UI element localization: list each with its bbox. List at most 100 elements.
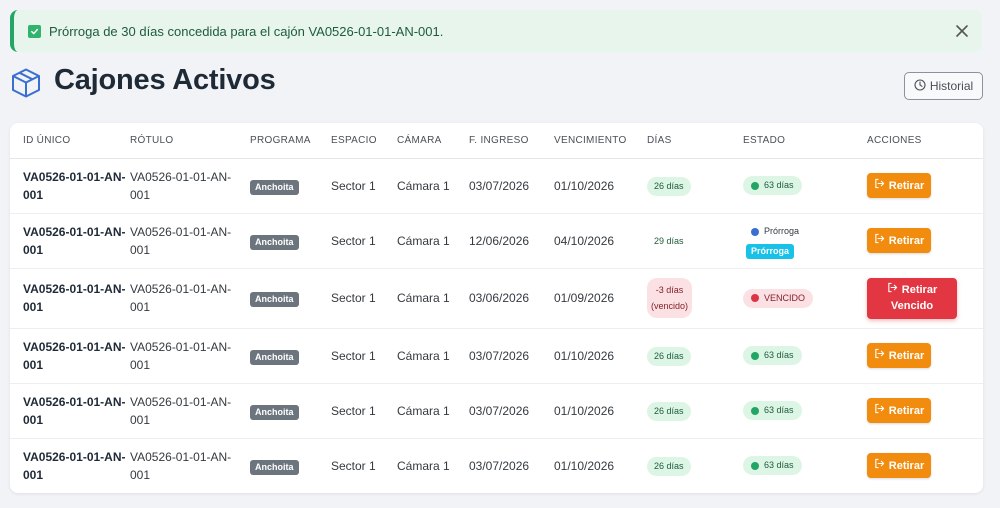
cell-dias: -3 días (vencido)	[647, 268, 743, 329]
col-header-rotulo: RÓTULO	[130, 123, 250, 159]
col-header-acciones: ACCIONES	[867, 123, 983, 159]
cell-vencimiento: 01/10/2026	[554, 328, 647, 384]
retirar-button[interactable]: Retirar	[867, 453, 931, 479]
table-header-row: ID ÚNICO RÓTULO PROGRAMA ESPACIO CÁMARA …	[10, 123, 983, 159]
table-row: VA0526-01-01-AN-001 VA0526-01-01-AN-001 …	[10, 383, 983, 439]
cell-camara: Cámara 1	[397, 213, 469, 269]
table-row: VA0526-01-01-AN-001 VA0526-01-01-AN-001 …	[10, 328, 983, 384]
estado-badge: Prórroga	[743, 226, 799, 237]
cell-acciones: Retirar Vencido	[867, 268, 983, 329]
cell-acciones: Retirar	[867, 158, 983, 214]
cell-vencimiento: 01/10/2026	[554, 383, 647, 439]
cell-programa: Anchoita	[250, 158, 331, 214]
exit-icon	[874, 457, 885, 475]
col-header-estado: ESTADO	[743, 123, 867, 159]
estado-text: Prórroga	[764, 226, 800, 236]
estado-text: 63 días	[764, 460, 794, 471]
cell-acciones: Retirar	[867, 438, 983, 493]
table-row: VA0526-01-01-AN-001 VA0526-01-01-AN-001 …	[10, 213, 983, 269]
retirar-label: Retirar	[888, 349, 925, 362]
retirar-label: Retirar	[901, 284, 938, 296]
cajones-table-card: ID ÚNICO RÓTULO PROGRAMA ESPACIO CÁMARA …	[10, 123, 983, 493]
alert-message: Prórroga de 30 días concedida para el ca…	[49, 23, 444, 39]
programa-badge: Anchoita	[250, 349, 299, 365]
cell-estado: 63 días	[743, 383, 867, 439]
programa-badge: Anchoita	[250, 234, 299, 250]
cell-rotulo: VA0526-01-01-AN-001	[130, 328, 250, 384]
cell-espacio: Sector 1	[331, 458, 376, 473]
cajones-table: ID ÚNICO RÓTULO PROGRAMA ESPACIO CÁMARA …	[10, 123, 983, 493]
exit-icon	[874, 347, 885, 365]
page-title: Cajones Activos	[54, 64, 276, 96]
cell-ingreso: 03/07/2026	[469, 458, 530, 473]
cell-rotulo: VA0526-01-01-AN-001	[130, 268, 250, 329]
cell-espacio: Sector 1	[331, 328, 397, 384]
status-dot-icon	[751, 461, 759, 470]
status-dot-icon	[751, 351, 759, 360]
col-header-programa: PROGRAMA	[250, 123, 331, 159]
cell-camara: Cámara 1	[397, 268, 469, 329]
historial-label: Historial	[929, 79, 974, 93]
cell-ingreso: 03/07/2026	[469, 158, 554, 214]
retirar-vencido-button[interactable]: Retirar Vencido	[867, 277, 957, 319]
col-header-camara: CÁMARA	[397, 123, 469, 159]
cell-acciones: Retirar	[867, 328, 983, 384]
programa-badge: Anchoita	[250, 404, 299, 420]
status-dot-icon	[751, 294, 759, 302]
exit-icon	[874, 402, 885, 420]
cell-camara: Cámara 1	[397, 328, 469, 384]
cell-estado: 63 días	[743, 328, 867, 384]
col-header-ingreso: F. INGRESO	[469, 123, 554, 159]
table-row: VA0526-01-01-AN-001 VA0526-01-01-AN-001 …	[10, 438, 983, 493]
box-icon	[10, 67, 42, 99]
retirar-sublabel: Vencido	[890, 300, 934, 312]
cell-acciones: Retirar	[867, 213, 983, 269]
dias-badge: 26 días	[647, 456, 691, 476]
cell-id: VA0526-01-01-AN-001	[10, 158, 130, 214]
cell-id: VA0526-01-01-AN-001	[10, 213, 130, 269]
cell-dias: 26 días	[647, 158, 743, 214]
cell-espacio: Sector 1	[331, 213, 397, 269]
retirar-button[interactable]: Retirar	[867, 343, 931, 368]
estado-badge: 63 días	[743, 346, 802, 365]
status-dot-icon	[751, 181, 759, 190]
cell-dias: 26 días	[647, 328, 743, 384]
dias-badge: 26 días	[647, 176, 691, 196]
cell-camara: Cámara 1	[397, 458, 450, 473]
cell-espacio: Sector 1	[331, 158, 397, 214]
dias-subtext: (vencido)	[651, 301, 689, 311]
success-alert: Prórroga de 30 días concedida para el ca…	[10, 10, 982, 52]
cell-camara: Cámara 1	[397, 383, 469, 439]
cell-estado: 63 días	[743, 158, 867, 214]
retirar-label: Retirar	[888, 459, 925, 472]
cell-programa: Anchoita	[250, 328, 331, 384]
retirar-button[interactable]: Retirar	[867, 173, 931, 198]
cell-programa: Anchoita	[250, 383, 331, 439]
programa-badge: Anchoita	[250, 179, 299, 195]
dias-badge: 26 días	[647, 346, 691, 366]
cell-rotulo: VA0526-01-01-AN-001	[130, 158, 250, 214]
status-dot-icon	[751, 406, 759, 415]
dias-badge: 26 días	[647, 401, 691, 421]
exit-icon	[874, 177, 885, 195]
retirar-button[interactable]: Retirar	[867, 398, 931, 423]
programa-badge: Anchoita	[250, 292, 299, 307]
cell-rotulo: VA0526-01-01-AN-001	[130, 449, 232, 482]
clock-history-icon	[914, 78, 926, 94]
cell-vencimiento: 04/10/2026	[554, 213, 647, 269]
historial-button[interactable]: Historial	[904, 72, 983, 100]
cell-espacio: Sector 1	[331, 268, 397, 329]
prorroga-tag: Prórroga	[746, 243, 795, 259]
estado-text: 63 días	[764, 405, 794, 415]
cell-id: VA0526-01-01-AN-001	[10, 328, 130, 384]
estado-text: VENCIDO	[764, 292, 806, 303]
cell-estado: VENCIDO	[743, 268, 867, 329]
retirar-button[interactable]: Retirar	[867, 228, 931, 253]
cell-dias: 29 días	[647, 213, 743, 269]
cell-ingreso: 03/06/2026	[469, 268, 554, 329]
retirar-label: Retirar	[888, 404, 925, 417]
dias-badge: -3 días (vencido)	[647, 278, 693, 318]
cell-estado: 63 días	[743, 438, 867, 493]
estado-text: 63 días	[764, 180, 794, 190]
close-icon[interactable]	[952, 21, 972, 41]
